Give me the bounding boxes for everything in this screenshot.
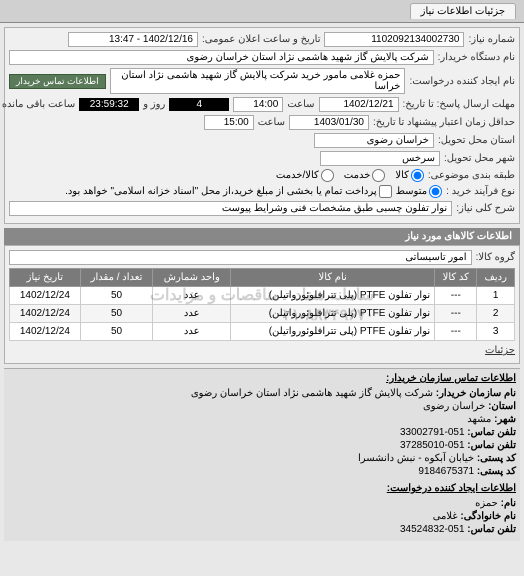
delivery-city-label: شهر محل تحویل: (444, 153, 515, 164)
col-name: نام کالا (231, 269, 435, 287)
category-cash-radio[interactable]: کالا/خدمت (276, 169, 334, 182)
items-section-header: اطلاعات کالاهای مورد نیاز (4, 228, 520, 245)
lname-label: نام خانوادگی: (460, 511, 516, 522)
table-row[interactable]: 2---نوار تفلون PTFE (پلی تترافلوئورواتیل… (10, 305, 515, 323)
cell-unit: عدد (153, 323, 231, 341)
phone-label: تلفن تماس: (467, 427, 516, 438)
postcode-label: کد پستی: (477, 466, 516, 477)
requester-label: نام ایجاد کننده درخواست: (409, 76, 515, 87)
remaining-time: 23:59:32 (79, 98, 139, 111)
city-value: مشهد (467, 414, 491, 425)
fax-value: 051-37285010 (400, 440, 465, 451)
fname-value: حمزه (475, 498, 498, 509)
table-row[interactable]: 3---نوار تفلون PTFE (پلی تترافلوئورواتیل… (10, 323, 515, 341)
items-section: گروه کالا: امور تاسیساتی ردیف کد کالا نا… (4, 245, 520, 364)
postal-value: خیابان آبکوه - نبش دانشسرا (358, 453, 474, 464)
org-value: شرکت پالایش گاز شهید هاشمی نژاد استان خر… (191, 388, 433, 399)
validity-time-label: ساعت (258, 117, 285, 128)
group-value: امور تاسیساتی (9, 250, 472, 265)
buyer-contact-button[interactable]: اطلاعات تماس خریدار (9, 74, 106, 89)
category-goods-radio[interactable]: کالا (395, 169, 424, 182)
cell-n: 2 (477, 305, 515, 323)
cell-date: 1402/12/24 (10, 287, 81, 305)
tab-label: جزئیات اطلاعات نیاز (421, 6, 505, 17)
cell-n: 1 (477, 287, 515, 305)
col-qty: تعداد / مقدار (80, 269, 153, 287)
req-phone-value: 051-34524832 (400, 524, 465, 535)
cell-date: 1402/12/24 (10, 305, 81, 323)
category-services-radio[interactable]: خدمت (344, 169, 386, 182)
cell-code: --- (435, 287, 477, 305)
group-label: گروه کالا: (476, 252, 515, 263)
col-row: ردیف (477, 269, 515, 287)
validity-label: حداقل زمان اعتبار پیشنهاد تا تاریخ: (373, 117, 515, 128)
province-value: خراسان رضوی (423, 401, 485, 412)
req-phone-label: تلفن تماس: (467, 524, 516, 535)
need-number-label: شماره نیاز: (468, 34, 515, 45)
lname-value: غلامی (433, 511, 458, 522)
cell-n: 3 (477, 323, 515, 341)
tab-bar: جزئیات اطلاعات نیاز (0, 0, 524, 23)
buyer-device-label: نام دستگاه خریدار: (438, 52, 515, 63)
cell-code: --- (435, 305, 477, 323)
items-table: ردیف کد کالا نام کالا واحد شمارش تعداد /… (9, 268, 515, 341)
cell-qty: 50 (80, 287, 153, 305)
cell-qty: 50 (80, 305, 153, 323)
cell-name: نوار تفلون PTFE (پلی تترافلوئورواتیلن) (231, 323, 435, 341)
delivery-state-label: استان محل تحویل: (438, 135, 515, 146)
deadline-time: 14:00 (233, 97, 283, 112)
cell-unit: عدد (153, 305, 231, 323)
contact-title: اطلاعات تماس سازمان خریدار: (8, 373, 516, 384)
postal-label: کد پستی: (477, 453, 516, 464)
delivery-state: خراسان رضوی (314, 133, 434, 148)
announce-date-label: تاریخ و ساعت اعلان عمومی: (202, 34, 321, 45)
postcode-value: 9184675371 (418, 466, 474, 477)
payment-note-checkbox[interactable]: پرداخت تمام یا بخشی از مبلغ خرید،از محل … (65, 185, 392, 198)
category-radio-group: کالا خدمت کالا/خدمت (276, 169, 424, 182)
deadline-label: مهلت ارسال پاسخ: تا تاریخ: (403, 99, 515, 110)
col-unit: واحد شمارش (153, 269, 231, 287)
cell-qty: 50 (80, 323, 153, 341)
validity-date: 1403/01/30 (289, 115, 369, 130)
deadline-date: 1402/12/21 (319, 97, 399, 112)
tab-details[interactable]: جزئیات اطلاعات نیاز (410, 3, 516, 19)
remaining-suffix: ساعت باقی مانده (2, 99, 75, 110)
remaining-days-suffix: روز و (143, 99, 165, 110)
buyer-device-value: شرکت پالایش گاز شهید هاشمی نژاد استان خر… (9, 50, 434, 65)
requester-value: حمزه غلامی مامور خرید شرکت پالایش گاز شه… (110, 68, 406, 94)
fname-label: نام: (501, 498, 516, 509)
cell-name: نوار تفلون PTFE (پلی تترافلوئورواتیلن) (231, 287, 435, 305)
deadline-time-label: ساعت (287, 99, 314, 110)
org-label: نام سازمان خریدار: (436, 388, 516, 399)
payment-medium-radio[interactable]: متوسط (396, 185, 442, 198)
category-label: طبقه بندی موضوعی: (428, 170, 515, 181)
remaining-days: 4 (169, 98, 229, 111)
col-date: تاریخ نیاز (10, 269, 81, 287)
need-info-section: شماره نیاز: 1102092134002730 تاریخ و ساع… (4, 27, 520, 224)
phone-value: 051-33002791 (400, 427, 465, 438)
need-number-value: 1102092134002730 (324, 32, 464, 47)
details-link[interactable]: جزئیات (485, 345, 515, 356)
cell-unit: عدد (153, 287, 231, 305)
contact-section: اطلاعات تماس سازمان خریدار: نام سازمان خ… (4, 368, 520, 541)
delivery-city: سرخس (320, 151, 440, 166)
province-label: استان: (488, 401, 516, 412)
cell-code: --- (435, 323, 477, 341)
cell-name: نوار تفلون PTFE (پلی تترافلوئورواتیلن) (231, 305, 435, 323)
payment-label: نوع فرآیند خرید : (446, 186, 515, 197)
need-desc-value: نوار تفلون چسبی طبق مشخصات فنی وشرایط پی… (9, 201, 452, 216)
fax-label: تلفن نماس: (467, 440, 516, 451)
city-label: شهر: (494, 414, 516, 425)
validity-time: 15:00 (204, 115, 254, 130)
announce-date-value: 1402/12/16 - 13:47 (68, 32, 198, 47)
table-row[interactable]: 1---نوار تفلون PTFE (پلی تترافلوئورواتیل… (10, 287, 515, 305)
col-code: کد کالا (435, 269, 477, 287)
requester-contact-title: اطلاعات ایجاد کننده درخواست: (8, 483, 516, 494)
cell-date: 1402/12/24 (10, 323, 81, 341)
need-desc-label: شرح کلی نیاز: (456, 203, 515, 214)
